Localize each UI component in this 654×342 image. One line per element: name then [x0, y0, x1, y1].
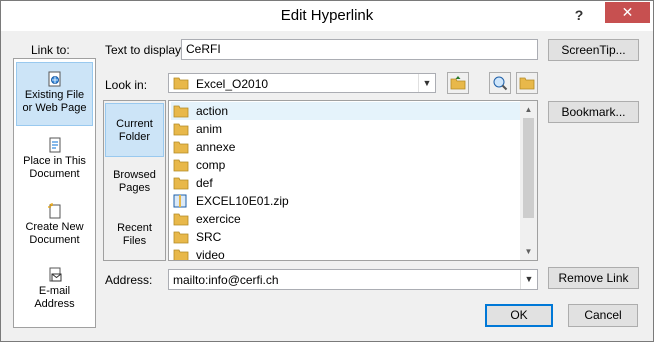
help-button[interactable]: ? [567, 5, 591, 25]
list-item[interactable]: annexe [171, 138, 521, 156]
list-item[interactable]: anim [171, 120, 521, 138]
browsed-pages-label-1: Browsed [113, 169, 156, 181]
scroll-down-icon[interactable]: ▼ [520, 243, 537, 260]
current-folder-label-2: Folder [118, 131, 151, 143]
folder-icon [173, 231, 189, 244]
web-page-icon [48, 71, 60, 87]
chevron-down-icon[interactable]: ▼ [520, 270, 537, 289]
scroll-up-icon[interactable]: ▲ [520, 101, 537, 118]
dialog-title: Edit Hyperlink [280, 7, 374, 24]
link-to-panel: Existing File or Web Page Place in This … [13, 58, 96, 328]
link-to-label: Link to: [31, 43, 70, 57]
link-email-label-2: Address [34, 298, 75, 310]
link-email-address-button[interactable]: E-mail Address [16, 267, 93, 317]
browse-file-button[interactable] [516, 72, 538, 94]
current-folder-tab[interactable]: Current Folder [105, 103, 164, 157]
look-in-label: Look in: [105, 78, 148, 92]
link-create-new-document-button[interactable]: Create New Document [16, 203, 93, 253]
look-in-dropdown[interactable]: Excel_O2010 ▼ [168, 73, 436, 93]
cancel-button[interactable]: Cancel [568, 304, 638, 327]
location-sidebar: Current Folder Browsed Pages Recent File… [103, 100, 166, 261]
link-email-label-1: E-mail [38, 285, 71, 297]
folder-icon [173, 141, 189, 154]
recent-files-tab[interactable]: Recent Files [105, 222, 164, 262]
remove-link-button[interactable]: Remove Link [548, 267, 639, 289]
file-name: exercice [196, 212, 241, 226]
link-existing-label-2: or Web Page [22, 102, 87, 114]
file-name: def [196, 176, 213, 190]
browse-web-icon [493, 76, 508, 91]
folder-icon [173, 213, 189, 226]
close-button[interactable]: ✕ [605, 2, 650, 23]
new-document-icon [47, 203, 60, 219]
browsed-pages-tab[interactable]: Browsed Pages [105, 169, 164, 209]
file-name: EXCEL10E01.zip [196, 194, 289, 208]
list-item[interactable]: exercice [171, 210, 521, 228]
folder-icon [173, 77, 189, 90]
address-label: Address: [105, 273, 153, 287]
link-create-label-1: Create New [25, 221, 84, 233]
open-folder-icon [519, 77, 535, 90]
current-folder-label-1: Current [116, 118, 153, 130]
zip-file-icon [173, 194, 187, 208]
up-folder-icon [450, 76, 466, 90]
text-to-display-input[interactable]: CeRFI [181, 39, 538, 60]
bookmark-button[interactable]: Bookmark... [548, 101, 639, 123]
link-place-in-document-button[interactable]: Place in This Document [16, 137, 93, 187]
browsed-pages-label-2: Pages [118, 182, 151, 194]
file-name: action [196, 104, 229, 118]
file-name: comp [196, 158, 226, 172]
folder-icon [173, 159, 189, 172]
list-item[interactable]: video [171, 246, 521, 260]
ok-button[interactable]: OK [485, 304, 553, 327]
recent-files-label-1: Recent [117, 222, 152, 234]
address-value: mailto:info@cerfi.ch [173, 273, 279, 287]
chevron-down-icon[interactable]: ▼ [418, 74, 435, 92]
address-input[interactable]: mailto:info@cerfi.ch ▼ [168, 269, 538, 290]
browse-web-button[interactable] [489, 72, 511, 94]
list-item[interactable]: comp [171, 156, 521, 174]
file-name: video [196, 248, 225, 260]
edit-hyperlink-dialog: Edit Hyperlink ? ✕ Link to: Existing Fil… [0, 0, 654, 342]
document-place-icon [49, 137, 60, 153]
title-bar: Edit Hyperlink ? ✕ [1, 1, 653, 31]
list-item[interactable]: SRC [171, 228, 521, 246]
email-icon [49, 267, 61, 282]
file-name: SRC [196, 230, 222, 244]
file-list-scrollbar[interactable]: ▲ ▼ [520, 101, 537, 260]
link-existing-file-button[interactable]: Existing File or Web Page [16, 62, 93, 126]
link-place-label-1: Place in This [23, 155, 86, 167]
recent-files-label-2: Files [122, 235, 147, 247]
up-folder-button[interactable] [447, 72, 469, 94]
link-existing-label-1: Existing File [24, 89, 85, 101]
file-name: anim [196, 122, 223, 136]
text-to-display-label: Text to display: [105, 43, 185, 57]
folder-icon [173, 177, 189, 190]
look-in-value: Excel_O2010 [196, 77, 269, 91]
folder-icon [173, 249, 189, 260]
folder-icon [173, 105, 189, 118]
scrollbar-thumb[interactable] [523, 118, 534, 218]
file-name: annexe [196, 140, 236, 154]
list-item[interactable]: action [171, 102, 521, 120]
list-item[interactable]: EXCEL10E01.zip [171, 192, 521, 210]
screentip-button[interactable]: ScreenTip... [548, 39, 639, 61]
file-list[interactable]: action anim annexe comp def EXCEL10E01.z… [168, 100, 538, 261]
link-place-label-2: Document [29, 168, 80, 180]
link-create-label-2: Document [29, 234, 80, 246]
list-item[interactable]: def [171, 174, 521, 192]
folder-icon [173, 123, 189, 136]
